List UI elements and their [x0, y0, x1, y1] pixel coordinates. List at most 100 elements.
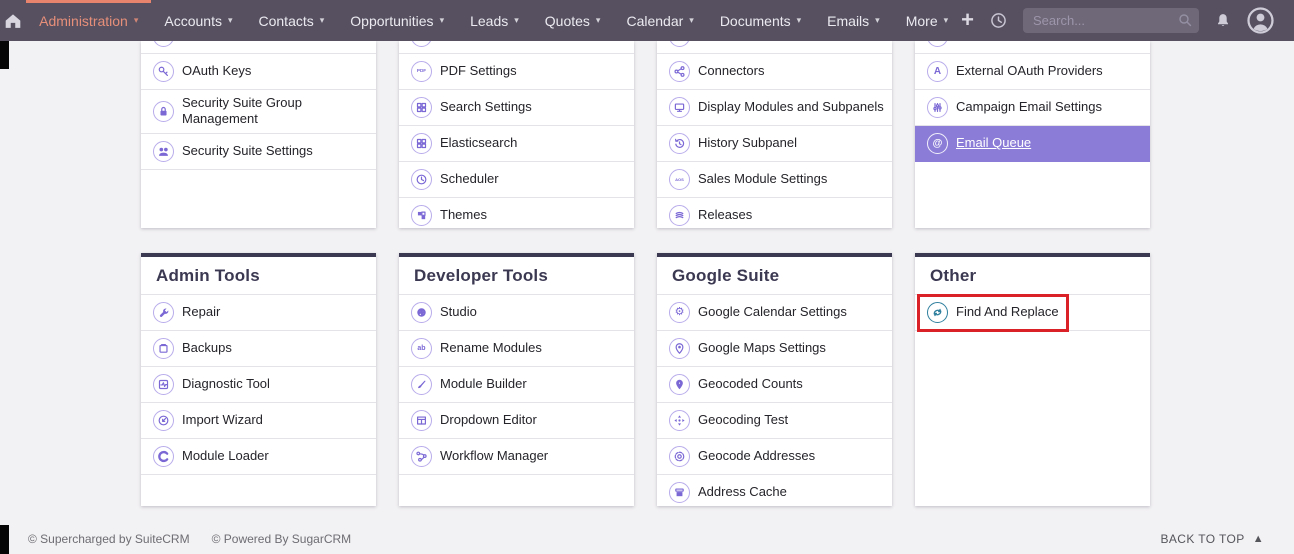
panel-title: Other	[915, 257, 1150, 295]
admin-link-label: Geocode Addresses	[698, 448, 815, 464]
panel-developer-tools: Developer ToolsStudioabRename ModulesMod…	[399, 253, 634, 506]
wrench-icon	[153, 302, 174, 323]
admin-link-label: Diagnostic Tool	[182, 376, 270, 392]
admin-link-studio[interactable]: Studio	[399, 295, 634, 331]
admin-link-geocoded-counts[interactable]: Geocoded Counts	[657, 367, 892, 403]
admin-link-label: Security Suite Settings	[182, 143, 313, 159]
admin-link-label: Rename Modules	[440, 340, 542, 356]
chevron-down-icon: ▾	[797, 15, 802, 26]
admin-link-import-wizard[interactable]: Import Wizard	[141, 403, 376, 439]
admin-link-oauth-keys[interactable]: OAuth Keys	[141, 54, 376, 90]
admin-link-diagnostic-tool[interactable]: Diagnostic Tool	[141, 367, 376, 403]
admin-link-themes[interactable]: Themes	[399, 198, 634, 228]
admin-link-search-settings[interactable]: Search Settings	[399, 90, 634, 126]
notifications-bell-icon[interactable]	[1215, 12, 1231, 29]
admin-link-security-suite-settings[interactable]: Security Suite Settings	[141, 134, 376, 170]
admin-link-address-cache[interactable]: Address Cache	[657, 475, 892, 506]
chevron-down-icon: ▾	[134, 15, 139, 26]
map-pin-icon	[669, 338, 690, 359]
panel-column-3: Connectors Display Modules and Subpanels H…	[657, 41, 892, 228]
admin-link-security-suite-group-management[interactable]: Security Suite Group Management	[141, 90, 376, 134]
panel-title: Admin Tools	[141, 257, 376, 295]
footer-credits: © Supercharged by SuiteCRM © Powered By …	[28, 532, 351, 546]
admin-link-label: Address Cache	[698, 484, 787, 500]
nav-item-opportunities[interactable]: Opportunities▾	[337, 0, 457, 41]
chevron-down-icon: ▾	[228, 15, 233, 26]
admin-link-google-maps-settings[interactable]: Google Maps Settings	[657, 331, 892, 367]
admin-link-sales-module-settings[interactable]: AOSSales Module Settings	[657, 162, 892, 198]
recently-viewed-icon[interactable]	[990, 12, 1007, 29]
nav-item-label: Opportunities	[350, 13, 433, 29]
find-replace-icon	[927, 302, 948, 323]
user-avatar[interactable]	[1247, 7, 1274, 34]
admin-link-elasticsearch[interactable]: Elasticsearch	[399, 126, 634, 162]
panel-column-2: PDFPDF Settings Search Settings Elasticsea…	[399, 41, 634, 228]
nav-item-quotes[interactable]: Quotes▾	[532, 0, 614, 41]
admin-link-label: Elasticsearch	[440, 135, 517, 151]
admin-link-repair[interactable]: Repair	[141, 295, 376, 331]
admin-link-label: Scheduler	[440, 171, 499, 187]
admin-link-display-modules-and-subpanels[interactable]: Display Modules and Subpanels	[657, 90, 892, 126]
quadrants-icon	[411, 205, 432, 226]
admin-link-campaign-email-settings[interactable]: Campaign Email Settings	[915, 90, 1150, 126]
admin-link-label: Email Queue	[956, 135, 1031, 151]
clipped-row	[399, 41, 634, 54]
admin-link-label: OAuth Keys	[182, 63, 251, 79]
clipped-row	[141, 41, 376, 54]
admin-link-label: Backups	[182, 340, 232, 356]
archive-icon	[669, 482, 690, 503]
back-to-top-button[interactable]: BACK TO TOP ▲	[1160, 532, 1264, 546]
admin-link-pdf-settings[interactable]: PDFPDF Settings	[399, 54, 634, 90]
nav-item-more[interactable]: More▾	[893, 0, 961, 41]
admin-link-label: History Subpanel	[698, 135, 797, 151]
navbar-right: +	[961, 0, 1294, 41]
admin-link-connectors[interactable]: Connectors	[657, 54, 892, 90]
nav-item-administration[interactable]: Administration▾	[26, 0, 151, 41]
nav-item-emails[interactable]: Emails▾	[814, 0, 893, 41]
nav-item-calendar[interactable]: Calendar▾	[613, 0, 706, 41]
panel-admin-tools: Admin Tools Repair Backups Diagnostic Tool I…	[141, 253, 376, 506]
admin-link-releases[interactable]: Releases	[657, 198, 892, 228]
quick-create-button[interactable]: +	[961, 9, 974, 31]
admin-link-history-subpanel[interactable]: History Subpanel	[657, 126, 892, 162]
admin-link-email-queue[interactable]: @ Email Queue	[915, 126, 1150, 162]
admin-link-google-calendar-settings[interactable]: ⚙Google Calendar Settings	[657, 295, 892, 331]
email-at-icon: @	[927, 133, 948, 154]
admin-link-geocoding-test[interactable]: Geocoding Test	[657, 403, 892, 439]
left-edge-notch-top	[0, 41, 9, 69]
admin-link-label: Search Settings	[440, 99, 532, 115]
table-icon	[411, 410, 432, 431]
nav-item-accounts[interactable]: Accounts ▾	[151, 0, 245, 41]
global-search	[1023, 8, 1199, 33]
admin-link-module-builder[interactable]: Module Builder	[399, 367, 634, 403]
chevron-down-icon: ▾	[320, 15, 325, 26]
admin-link-module-loader[interactable]: Module Loader	[141, 439, 376, 475]
clipped-row	[657, 41, 892, 54]
home-button[interactable]	[0, 0, 26, 41]
search-input[interactable]	[1023, 8, 1199, 33]
admin-link-scheduler[interactable]: Scheduler	[399, 162, 634, 198]
panel-column-4: AExternal OAuth ProvidersCampaign Email …	[915, 41, 1150, 228]
clipped-row	[915, 41, 1150, 54]
compass-icon	[669, 410, 690, 431]
nav-item-label: Accounts	[164, 13, 222, 29]
admin-link-dropdown-editor[interactable]: Dropdown Editor	[399, 403, 634, 439]
admin-link-label: Connectors	[698, 63, 764, 79]
admin-link-workflow-manager[interactable]: Workflow Manager	[399, 439, 634, 475]
admin-link-label: Sales Module Settings	[698, 171, 827, 187]
nav-item-documents[interactable]: Documents▾	[707, 0, 814, 41]
clipped-icon	[927, 41, 948, 47]
admin-link-rename-modules[interactable]: abRename Modules	[399, 331, 634, 367]
left-edge-notch-bottom	[0, 525, 9, 554]
admin-link-label: Repair	[182, 304, 220, 320]
admin-link-geocode-addresses[interactable]: Geocode Addresses	[657, 439, 892, 475]
lock-icon	[153, 101, 174, 122]
nav-item-contacts[interactable]: Contacts ▾	[246, 0, 338, 41]
admin-link-backups[interactable]: Backups	[141, 331, 376, 367]
nav-item-leads[interactable]: Leads▾	[457, 0, 532, 41]
clock-icon	[411, 169, 432, 190]
nav-item-label: Contacts	[259, 13, 314, 29]
admin-link-label: Releases	[698, 207, 752, 223]
admin-link-external-oauth-providers[interactable]: AExternal OAuth Providers	[915, 54, 1150, 90]
admin-link-find-and-replace[interactable]: Find And Replace	[915, 295, 1150, 331]
